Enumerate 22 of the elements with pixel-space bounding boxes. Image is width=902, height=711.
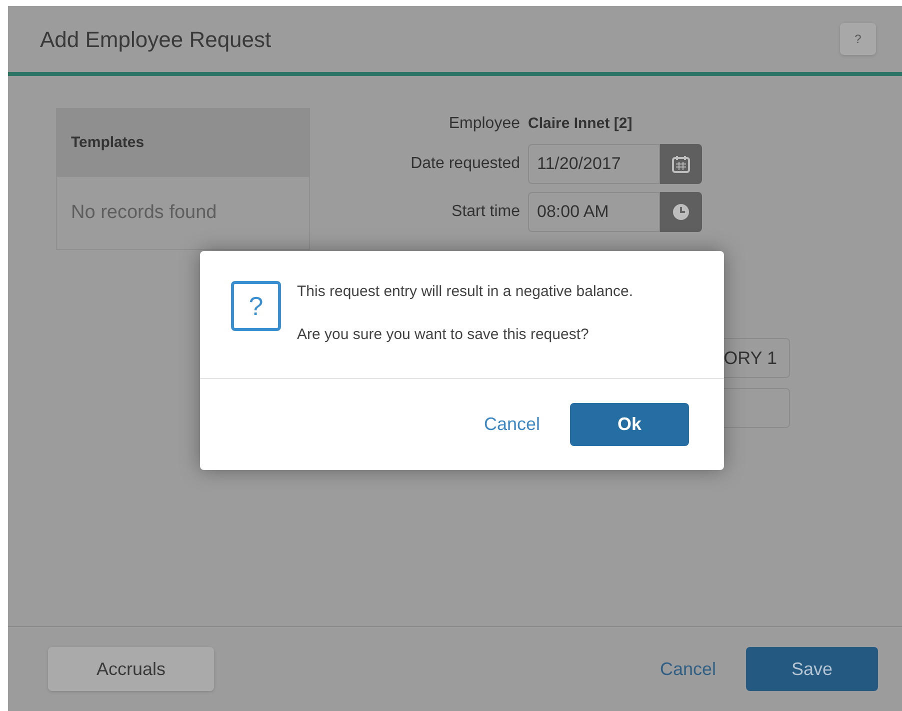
panel-title: Templates (71, 132, 144, 153)
accruals-button[interactable]: Accruals (48, 647, 214, 691)
clock-button[interactable] (660, 192, 702, 232)
calendar-icon (671, 154, 691, 174)
ok-button[interactable]: Ok (570, 403, 689, 446)
date-field[interactable]: 11/20/2017 (528, 144, 660, 184)
save-button[interactable]: Save (746, 647, 878, 691)
dialog-message: This request entry will result in a negative balance. (297, 282, 634, 302)
cancel-link[interactable]: Cancel (484, 411, 540, 438)
field-label: Employee (448, 114, 520, 134)
clock-icon (671, 202, 691, 222)
employee-name: Claire Innet [2] (528, 114, 632, 134)
dialog-message: Are you sure you want to save this request? (297, 324, 590, 344)
help-button[interactable]: ? (840, 23, 876, 55)
question-icon: ? (231, 281, 281, 331)
empty-message: No records found (71, 200, 217, 225)
calendar-button[interactable] (660, 144, 702, 184)
cancel-link[interactable]: Cancel (660, 656, 716, 682)
field-label: Start time (450, 202, 520, 222)
time-field[interactable]: 08:00 AM (528, 192, 660, 232)
field-label: Date requested (410, 154, 520, 174)
window-title: Add Employee Request (40, 26, 272, 54)
